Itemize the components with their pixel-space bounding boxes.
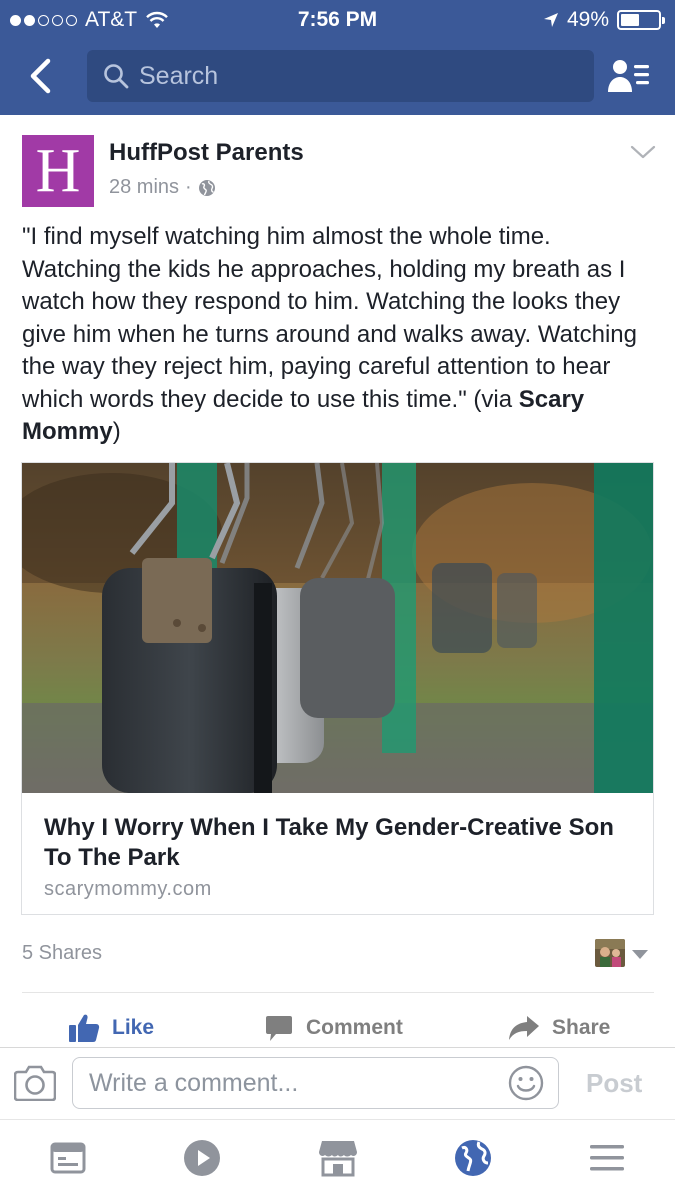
viewer-avatar-image [595, 939, 625, 967]
battery-percent: 49% [566, 8, 609, 31]
top-navigation-bar: AT&T 7:56 PM 49% Search [0, 0, 675, 115]
post-message-end: ) [112, 418, 121, 445]
search-placeholder: Search [139, 61, 219, 90]
comment-label: Comment [306, 1016, 403, 1039]
link-title[interactable]: Why I Worry When I Take My Gender-Creati… [44, 813, 631, 873]
play-icon [184, 1140, 220, 1176]
post-options-chevron-icon[interactable] [628, 142, 658, 162]
viewer-avatar[interactable] [595, 939, 625, 967]
link-preview-card[interactable]: Why I Worry When I Take My Gender-Creati… [21, 462, 654, 915]
status-bar: AT&T 7:56 PM 49% [0, 0, 675, 40]
globe-icon [455, 1140, 491, 1176]
comment-button[interactable]: Comment [264, 1010, 403, 1046]
post-message-text: "I find myself watching him almost the w… [22, 223, 637, 413]
tab-menu[interactable] [587, 1138, 627, 1178]
comment-input[interactable] [72, 1057, 559, 1109]
location-arrow-icon [543, 13, 558, 27]
post-message: "I find myself watching him almost the w… [22, 221, 654, 449]
shares-count[interactable]: 5 Shares [22, 942, 102, 965]
post-meta: 28 mins · [109, 176, 216, 199]
divider [0, 1047, 675, 1048]
link-preview-image[interactable] [22, 463, 653, 793]
battery-icon [617, 10, 665, 30]
page-avatar[interactable]: H [22, 135, 94, 207]
news-feed-icon [50, 1142, 86, 1174]
post-comment-button[interactable]: Post [586, 1068, 642, 1099]
marketplace-icon [319, 1141, 357, 1177]
chevron-left-icon [30, 58, 51, 94]
divider [0, 1119, 675, 1120]
search-icon [104, 64, 129, 89]
camera-button[interactable] [13, 1063, 57, 1102]
tab-notifications[interactable] [453, 1138, 493, 1178]
camera-icon [13, 1065, 57, 1102]
friend-requests-button[interactable] [604, 52, 654, 100]
tab-video[interactable] [182, 1138, 222, 1178]
share-button[interactable]: Share [508, 1010, 610, 1046]
globe-privacy-icon [198, 179, 215, 196]
meta-separator: · [185, 176, 192, 198]
swings-photo [22, 463, 653, 793]
emoji-smiley-icon[interactable] [508, 1065, 544, 1101]
tab-news-feed[interactable] [48, 1138, 88, 1178]
like-label: Like [112, 1016, 155, 1039]
share-label: Share [552, 1016, 611, 1039]
like-button[interactable]: Like [68, 1010, 154, 1046]
link-preview-text[interactable]: Why I Worry When I Take My Gender-Creati… [22, 793, 653, 914]
search-input[interactable]: Search [87, 50, 594, 102]
link-domain: scarymommy.com [44, 878, 212, 900]
audience-caret-icon[interactable] [632, 950, 648, 959]
share-arrow-icon [509, 1016, 539, 1040]
menu-icon [590, 1145, 624, 1171]
status-right: 49% [543, 8, 665, 32]
thumbs-up-icon [69, 1014, 100, 1042]
battery-level [621, 14, 639, 26]
divider [22, 992, 654, 993]
post-timestamp[interactable]: 28 mins [109, 176, 179, 199]
comment-bubble-icon [266, 1016, 292, 1041]
friend-list-icon [608, 60, 649, 92]
page-name-link[interactable]: HuffPost Parents [109, 139, 304, 167]
tab-marketplace[interactable] [318, 1138, 358, 1178]
back-button[interactable] [20, 52, 60, 100]
